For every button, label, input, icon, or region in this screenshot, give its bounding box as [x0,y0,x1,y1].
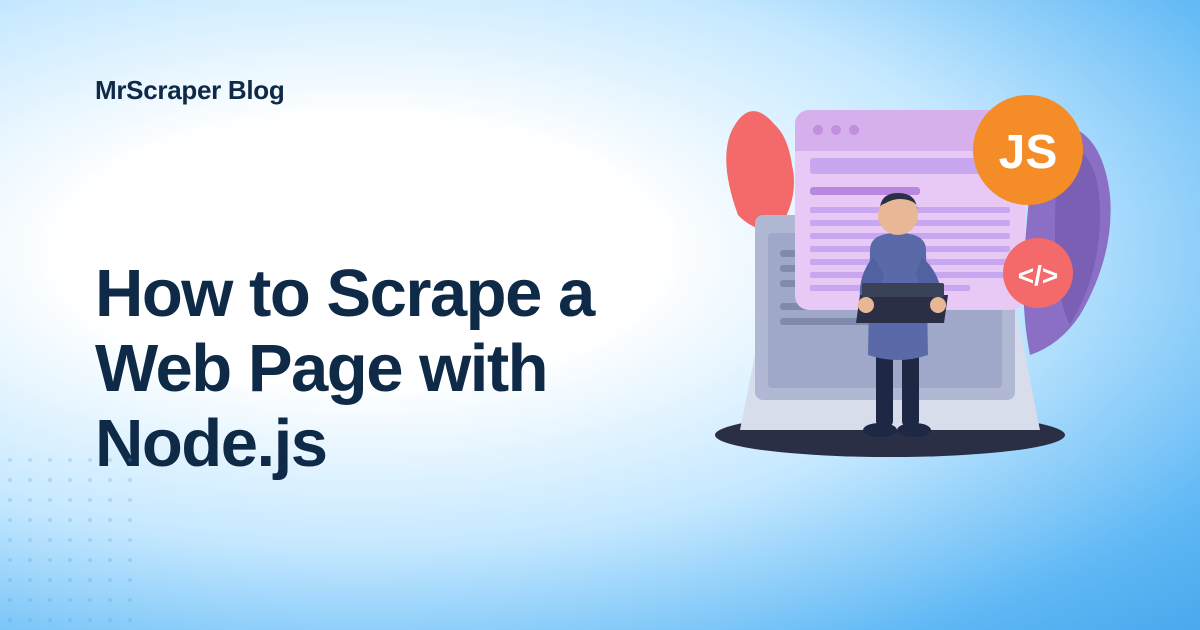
dot-pattern-icon [0,450,140,630]
code-badge-label: </> [1018,260,1058,291]
js-badge-label: JS [999,126,1058,179]
brand-label: MrScraper Blog [95,75,695,106]
window-dot-icon [813,125,823,135]
window-dot-icon [831,125,841,135]
leaf-left-icon [726,111,794,233]
hero-content: MrScraper Blog How to Scrape a Web Page … [95,75,695,481]
window-dot-icon [849,125,859,135]
hero-illustration: JS </> [660,55,1140,475]
page-title: How to Scrape a Web Page with Node.js [95,256,695,481]
